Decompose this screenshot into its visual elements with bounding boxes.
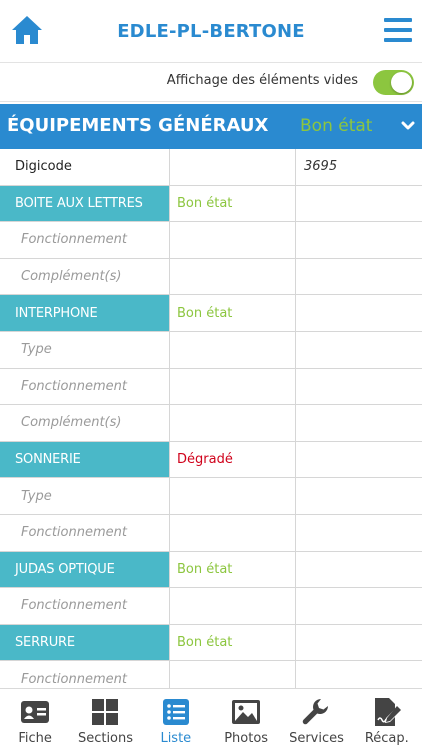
value-cell[interactable] xyxy=(296,222,422,258)
equipment-header-row[interactable]: BOITE AUX LETTRES Bon état xyxy=(0,185,422,223)
item-label: Fonctionnement xyxy=(0,222,170,258)
table-row[interactable]: Fonctionnement xyxy=(0,514,422,552)
value-cell[interactable] xyxy=(296,405,422,441)
tab-wrench[interactable]: Services xyxy=(281,689,351,750)
section-status: Bon état xyxy=(300,116,373,136)
bottom-tab-bar: Fiche Sections Liste Photos Services Récap. xyxy=(0,688,422,750)
equipment-name: INTERPHONE xyxy=(0,295,170,331)
state-cell[interactable] xyxy=(170,588,296,624)
equipment-list: Digicode 3695 BOITE AUX LETTRES Bon état Fon… xyxy=(0,149,422,698)
item-label: Complément(s) xyxy=(0,258,170,295)
state-cell[interactable]: Bon état xyxy=(170,185,296,222)
empty-items-toggle[interactable] xyxy=(373,70,414,95)
state-cell[interactable] xyxy=(170,514,296,551)
section-title: ÉQUIPEMENTS GÉNÉRAUX xyxy=(7,115,269,136)
value-cell[interactable] xyxy=(296,442,422,478)
table-row[interactable]: Complément(s) xyxy=(0,405,422,442)
value-cell[interactable] xyxy=(296,259,422,295)
value-cell[interactable] xyxy=(296,332,422,368)
signature-icon xyxy=(372,697,402,727)
item-label: Type xyxy=(0,478,170,514)
equipment-name: JUDAS OPTIQUE xyxy=(0,551,170,588)
state-cell[interactable] xyxy=(170,405,296,441)
item-label: Fonctionnement xyxy=(0,368,170,405)
item-label: Fonctionnement xyxy=(0,514,170,551)
equipment-header-row[interactable]: SERRURE Bon état xyxy=(0,624,422,662)
chevron-down-icon[interactable] xyxy=(401,119,415,133)
equipment-name: BOITE AUX LETTRES xyxy=(0,185,170,222)
state-cell[interactable] xyxy=(170,478,296,514)
table-row[interactable]: Complément(s) xyxy=(0,258,422,296)
value-cell[interactable] xyxy=(296,625,422,661)
tab-label: Photos xyxy=(224,731,269,746)
grid-icon xyxy=(90,697,120,727)
table-row[interactable]: Fonctionnement xyxy=(0,588,422,625)
item-label: Fonctionnement xyxy=(0,588,170,624)
tab-image[interactable]: Photos xyxy=(211,689,281,750)
equipment-header-row[interactable]: INTERPHONE Bon état xyxy=(0,295,422,332)
table-row[interactable]: Type xyxy=(0,478,422,515)
equipment-name: SERRURE xyxy=(0,624,170,661)
state-value: Bon état xyxy=(177,305,233,321)
menu-button[interactable] xyxy=(384,18,412,42)
state-value: Dégradé xyxy=(177,452,233,468)
table-row[interactable]: Fonctionnement xyxy=(0,368,422,406)
menu-icon-line xyxy=(384,38,412,42)
state-cell[interactable] xyxy=(170,222,296,258)
value-cell[interactable]: 3695 xyxy=(296,149,422,185)
value-cell[interactable] xyxy=(296,552,422,588)
id-card-icon xyxy=(20,697,50,727)
value-cell[interactable] xyxy=(296,478,422,514)
menu-icon-line xyxy=(384,18,412,22)
tab-signature[interactable]: Récap. xyxy=(352,689,422,750)
item-label: Complément(s) xyxy=(0,405,170,441)
state-value: Bon état xyxy=(177,195,233,211)
state-cell[interactable]: Dégradé xyxy=(170,441,296,478)
tab-label: Fiche xyxy=(18,731,52,746)
state-value: Bon état xyxy=(177,561,233,577)
tab-label: Services xyxy=(289,731,344,746)
state-value: Bon état xyxy=(177,635,233,651)
equipment-name: SONNERIE xyxy=(0,441,170,478)
tab-list[interactable]: Liste xyxy=(141,689,211,750)
equipment-header-row[interactable]: SONNERIE Dégradé xyxy=(0,441,422,479)
value-cell[interactable] xyxy=(296,369,422,405)
toggle-knob xyxy=(391,72,412,93)
list-icon xyxy=(161,697,191,727)
home-icon xyxy=(12,16,42,44)
state-cell[interactable] xyxy=(170,331,296,368)
value-cell[interactable] xyxy=(296,295,422,331)
table-row[interactable]: Type xyxy=(0,331,422,369)
state-cell[interactable] xyxy=(170,149,296,185)
image-icon xyxy=(231,697,261,727)
state-cell[interactable]: Bon état xyxy=(170,624,296,661)
state-cell[interactable] xyxy=(170,368,296,405)
item-value: 3695 xyxy=(304,159,338,175)
top-bar: EDLE-PL-BERTONE xyxy=(0,0,422,62)
home-button[interactable] xyxy=(10,14,44,46)
value-cell[interactable] xyxy=(296,186,422,222)
value-cell[interactable] xyxy=(296,588,422,624)
item-label: Type xyxy=(0,331,170,368)
state-cell[interactable]: Bon état xyxy=(170,295,296,331)
wrench-icon xyxy=(301,697,331,727)
table-row[interactable]: Fonctionnement xyxy=(0,222,422,259)
tab-id-card[interactable]: Fiche xyxy=(0,689,70,750)
item-label: Digicode xyxy=(0,149,170,185)
empty-items-toggle-label: Affichage des éléments vides xyxy=(166,73,358,88)
tab-label: Récap. xyxy=(364,731,409,746)
table-row[interactable]: Digicode 3695 xyxy=(0,149,422,186)
state-cell[interactable]: Bon état xyxy=(170,551,296,588)
tab-grid[interactable]: Sections xyxy=(70,689,140,750)
section-header[interactable]: ÉQUIPEMENTS GÉNÉRAUX Bon état xyxy=(0,104,422,149)
value-cell[interactable] xyxy=(296,515,422,551)
state-cell[interactable] xyxy=(170,258,296,295)
tab-label: Sections xyxy=(77,731,134,746)
menu-icon-line xyxy=(384,28,412,32)
equipment-header-row[interactable]: JUDAS OPTIQUE Bon état xyxy=(0,551,422,589)
page-title: EDLE-PL-BERTONE xyxy=(117,20,305,42)
empty-items-toggle-bar: Affichage des éléments vides xyxy=(0,62,422,102)
tab-label: Liste xyxy=(160,731,192,746)
